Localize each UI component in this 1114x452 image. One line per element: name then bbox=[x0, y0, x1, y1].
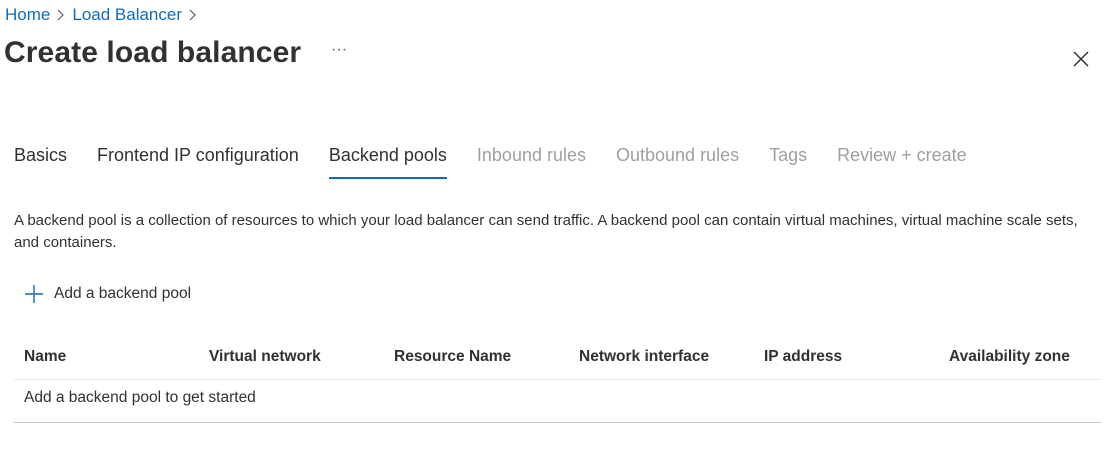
tab-backend-pools[interactable]: Backend pools bbox=[328, 143, 448, 179]
breadcrumb-home[interactable]: Home bbox=[5, 5, 50, 25]
column-header-network-interface[interactable]: Network interface bbox=[579, 348, 709, 366]
add-backend-pool-button[interactable]: Add a backend pool bbox=[24, 284, 191, 304]
add-backend-pool-label: Add a backend pool bbox=[54, 285, 192, 302]
wizard-tabs: Basics Frontend IP configuration Backend… bbox=[14, 143, 997, 179]
table-empty-message: Add a backend pool to get started bbox=[14, 380, 1101, 423]
title-row: Create load balancer ··· bbox=[4, 36, 347, 70]
chevron-right-icon bbox=[182, 9, 204, 21]
backend-pools-table: Name Virtual network Resource Name Netwo… bbox=[14, 342, 1101, 423]
more-icon[interactable]: ··· bbox=[331, 42, 347, 64]
close-button[interactable] bbox=[1070, 48, 1092, 70]
page-title: Create load balancer bbox=[4, 36, 302, 69]
column-header-name[interactable]: Name bbox=[24, 348, 66, 366]
tab-frontend-ip-configuration[interactable]: Frontend IP configuration bbox=[97, 143, 299, 179]
column-header-availability-zone[interactable]: Availability zone bbox=[949, 348, 1070, 366]
table-header: Name Virtual network Resource Name Netwo… bbox=[14, 342, 1101, 380]
tab-inbound-rules[interactable]: Inbound rules bbox=[477, 143, 586, 179]
close-icon bbox=[1073, 51, 1089, 67]
tab-basics[interactable]: Basics bbox=[14, 143, 67, 179]
tab-tags[interactable]: Tags bbox=[769, 143, 807, 179]
breadcrumb: Home Load Balancer bbox=[5, 4, 204, 26]
tab-review-create[interactable]: Review + create bbox=[837, 143, 967, 179]
column-header-virtual-network[interactable]: Virtual network bbox=[209, 348, 321, 366]
backend-pool-description: A backend pool is a collection of resour… bbox=[14, 212, 1078, 251]
tab-outbound-rules[interactable]: Outbound rules bbox=[616, 143, 739, 179]
column-header-ip-address[interactable]: IP address bbox=[764, 348, 842, 366]
column-header-resource-name[interactable]: Resource Name bbox=[394, 348, 511, 366]
plus-icon bbox=[25, 285, 43, 303]
chevron-right-icon bbox=[50, 9, 72, 21]
breadcrumb-load-balancer[interactable]: Load Balancer bbox=[72, 5, 182, 25]
